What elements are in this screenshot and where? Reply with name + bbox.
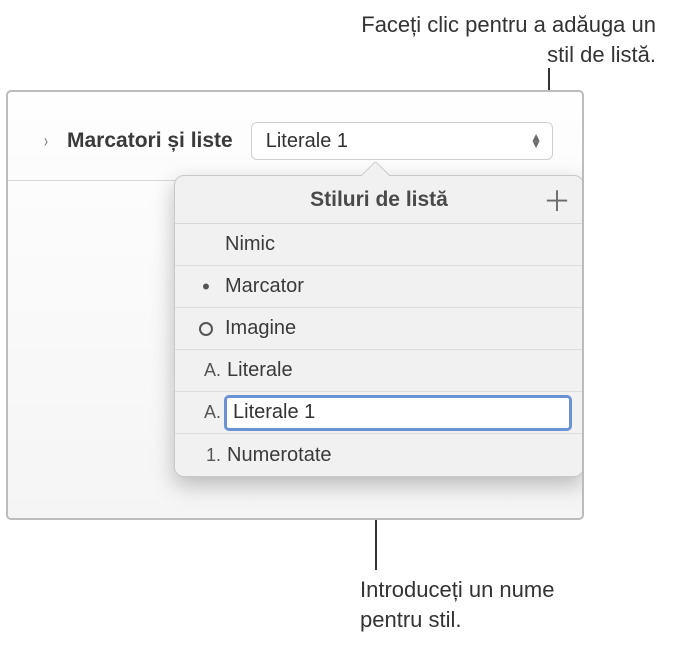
list-style-item-none[interactable]: Nimic (175, 224, 583, 266)
list-style-item-lettered[interactable]: A. Literale (175, 350, 583, 392)
bullet-icon (193, 274, 219, 300)
add-list-style-button[interactable]: ＋ (541, 184, 573, 216)
inspector-panel: › Marcatori și liste Literale 1 ▲▼ Stilu… (6, 90, 584, 520)
list-style-name-input[interactable] (227, 398, 569, 428)
list-style-label: Nimic (225, 233, 569, 256)
callout-enter-name: Introduceți un nume pentru stil. (360, 575, 620, 634)
list-style-label: Numerotate (227, 444, 569, 467)
list-style-label: Marcator (225, 275, 569, 298)
list-styles-popover: Stiluri de listă ＋ Nimic Marcator Imagin… (174, 175, 584, 477)
letter-icon: A. (193, 402, 221, 423)
popover-header: Stiluri de listă ＋ (175, 176, 583, 224)
list-style-label: Literale (227, 359, 569, 382)
list-style-popup-value: Literale 1 (266, 130, 348, 153)
list-style-popup-button[interactable]: Literale 1 ▲▼ (251, 122, 553, 160)
bullets-lists-label: Marcatori și liste (67, 129, 233, 153)
list-style-item-numbered[interactable]: 1. Numerotate (175, 434, 583, 476)
bullets-lists-section: › Marcatori și liste Literale 1 ▲▼ (43, 122, 553, 160)
popover-title: Stiluri de listă (310, 188, 448, 212)
list-style-item-image[interactable]: Imagine (175, 308, 583, 350)
number-icon: 1. (193, 445, 221, 466)
letter-icon: A. (193, 360, 221, 381)
disclosure-chevron-icon[interactable]: › (44, 131, 48, 152)
updown-chevron-icon: ▲▼ (530, 134, 542, 147)
list-styles-list: Nimic Marcator Imagine A. Literale A. (175, 224, 583, 476)
callout-add-style: Faceți clic pentru a adăuga un stil de l… (336, 10, 656, 69)
list-style-item-bullet[interactable]: Marcator (175, 266, 583, 308)
circle-icon (193, 321, 219, 337)
list-style-label: Imagine (225, 317, 569, 340)
list-style-item-editing[interactable]: A. (175, 392, 583, 434)
